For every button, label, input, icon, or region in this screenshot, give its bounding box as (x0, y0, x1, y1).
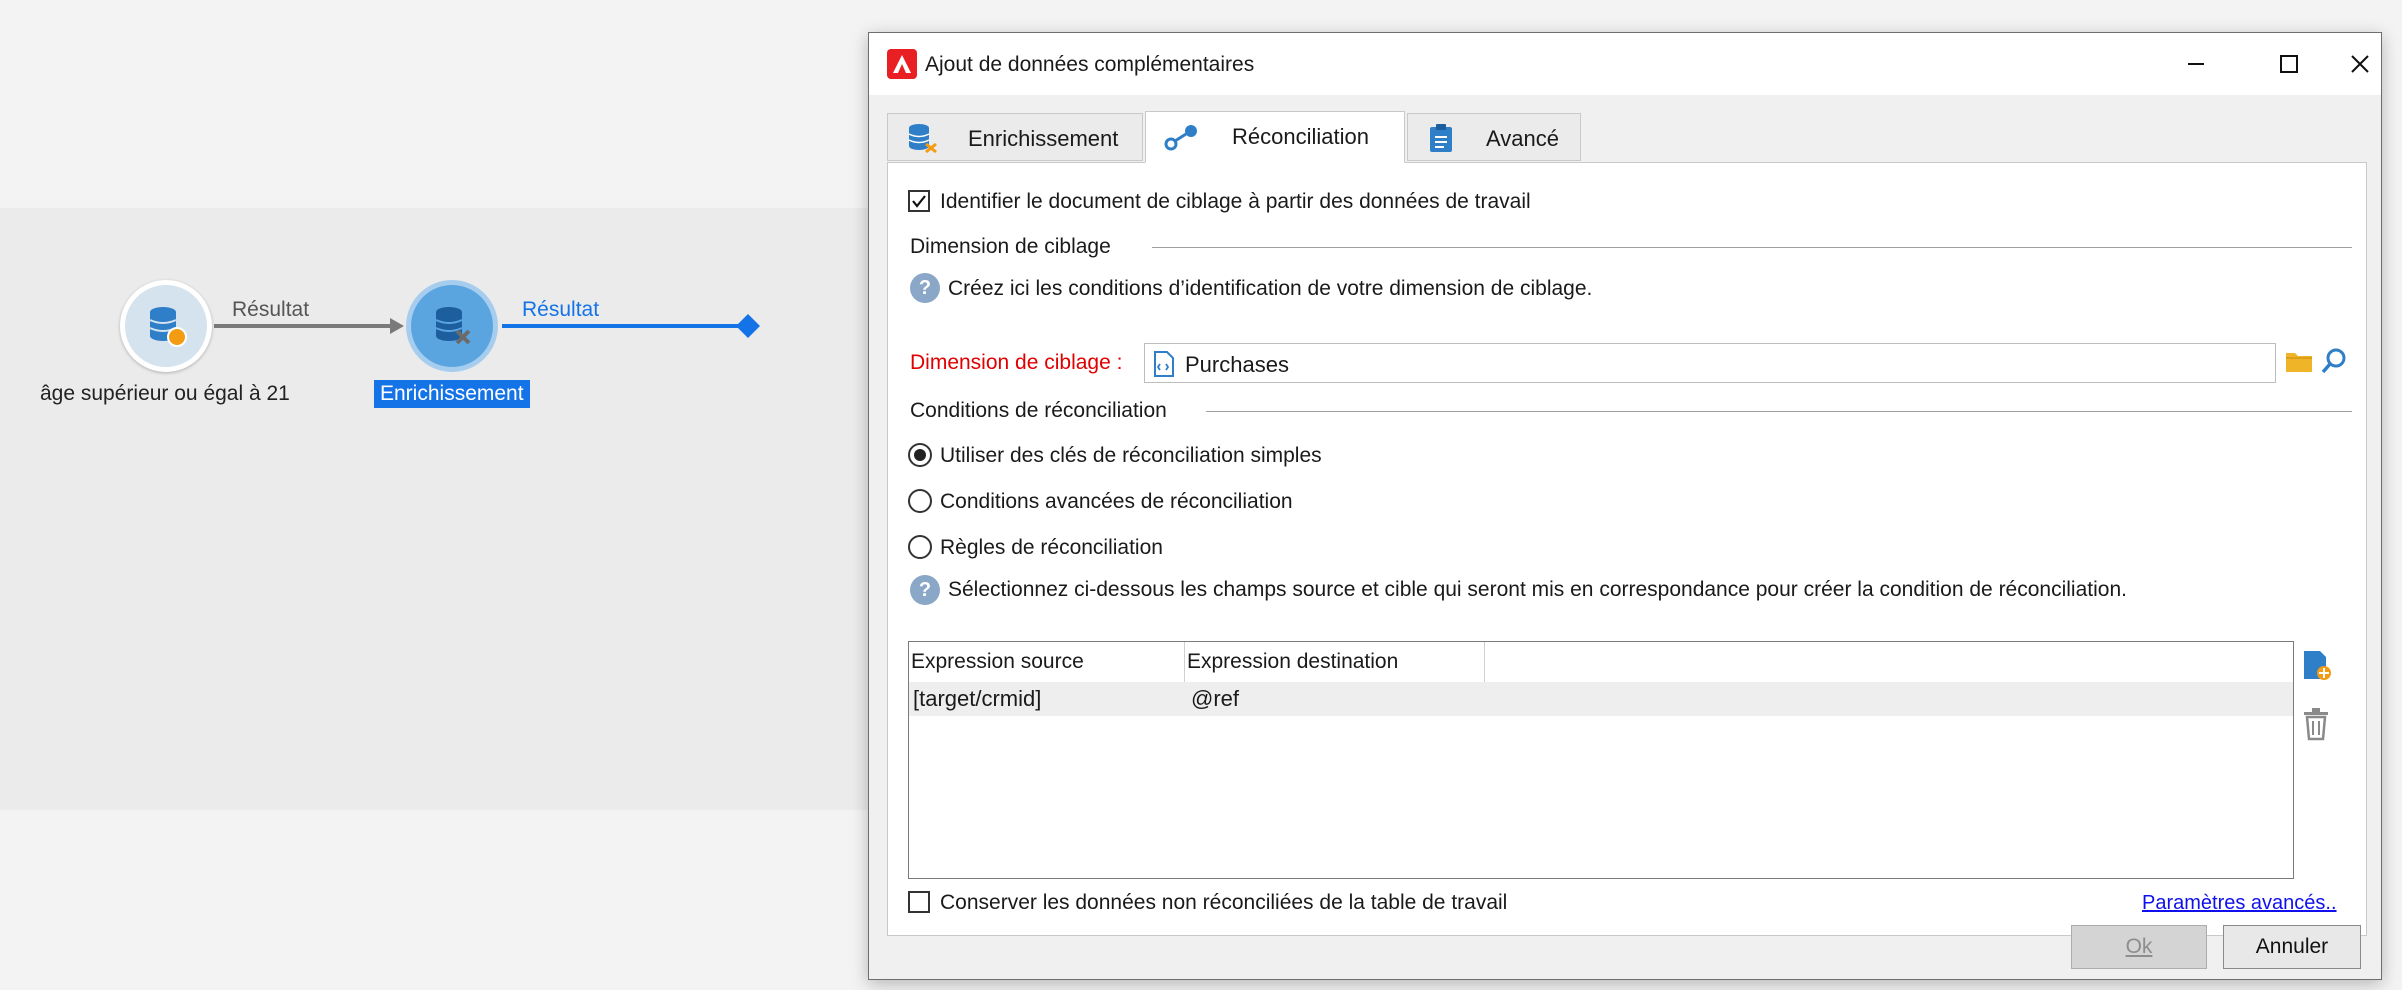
transition-label-1: Résultat (232, 298, 310, 321)
reconciliation-group-title: Conditions de réconciliation (910, 399, 1167, 422)
enrichment-dialog: Ajout de données complémentaires Enrichi… (868, 32, 2382, 980)
clipboard-icon (1426, 122, 1456, 160)
targeting-group-divider (1152, 247, 2352, 248)
search-icon[interactable] (2320, 347, 2348, 380)
advanced-parameters-link[interactable]: Paramètres avancés.. (2142, 892, 2337, 915)
radio-advanced-conditions-label: Conditions avancées de réconciliation (940, 490, 1293, 513)
keep-unreconciled-label: Conserver les données non réconciliées d… (940, 891, 1508, 914)
maximize-icon (2280, 55, 2298, 73)
trash-icon[interactable] (2302, 707, 2330, 746)
database-enrich-icon (906, 122, 938, 160)
radio-reconciliation-rules[interactable] (908, 535, 932, 559)
ok-button[interactable]: Ok (2071, 925, 2207, 969)
workflow-transitions (214, 314, 760, 338)
column-header-source[interactable]: Expression source (909, 642, 1185, 682)
tab-reconciliation-label: Réconciliation (1232, 124, 1369, 149)
cell-source[interactable]: [target/crmid] (913, 686, 1041, 712)
checkmark-icon (912, 195, 926, 208)
ok-button-label: Ok (2125, 935, 2153, 958)
dialog-titlebar[interactable]: Ajout de données complémentaires (869, 33, 2381, 95)
help-icon: ? (910, 575, 940, 605)
close-button[interactable] (2337, 33, 2383, 95)
minimize-icon (2188, 63, 2204, 65)
tab-enrichissement-label: Enrichissement (968, 126, 1119, 151)
help-icon: ? (910, 273, 940, 303)
transition-label-2: Résultat (522, 298, 600, 321)
radio-simple-keys[interactable] (908, 443, 932, 467)
minimize-button[interactable] (2151, 33, 2241, 95)
maximize-button[interactable] (2244, 33, 2334, 95)
transition-end-diamond (736, 314, 760, 338)
radio-simple-keys-label: Utiliser des clés de réconciliation simp… (940, 444, 1322, 467)
query-activity-node[interactable] (120, 280, 212, 372)
cell-destination[interactable]: @ref (1191, 686, 1239, 712)
query-activity-label: âge supérieur ou égal à 21 (40, 382, 290, 405)
tab-avance[interactable]: Avancé (1407, 113, 1581, 161)
transition-arrowhead-1 (390, 318, 404, 334)
radio-reconciliation-rules-label: Règles de réconciliation (940, 536, 1163, 559)
reconciliation-panel: Identifier le document de ciblage à part… (887, 162, 2367, 936)
tab-avance-label: Avancé (1486, 126, 1559, 151)
enrichment-activity-node[interactable] (406, 280, 498, 372)
identify-checkbox-label: Identifier le document de ciblage à part… (940, 190, 1531, 213)
radio-advanced-conditions[interactable] (908, 489, 932, 513)
reconciliation-help-text: Sélectionnez ci-dessous les champs sourc… (948, 578, 2127, 601)
tab-enrichissement[interactable]: Enrichissement (887, 113, 1143, 161)
targeting-dimension-value: Purchases (1185, 352, 1289, 377)
cancel-button[interactable]: Annuler (2223, 925, 2361, 969)
column-header-destination[interactable]: Expression destination (1185, 642, 1485, 682)
cancel-button-label: Annuler (2255, 935, 2329, 958)
targeting-dimension-label: Dimension de ciblage : (910, 351, 1123, 374)
reconciliation-grid[interactable]: Expression source Expression destination… (908, 641, 2294, 879)
keep-unreconciled-checkbox[interactable] (908, 891, 930, 913)
targeting-group-title: Dimension de ciblage (910, 235, 1111, 258)
close-icon (2351, 55, 2369, 73)
targeting-dimension-field[interactable]: Purchases (1144, 343, 2276, 383)
dialog-title: Ajout de données complémentaires (925, 53, 1255, 76)
adobe-logo-icon (887, 49, 917, 79)
folder-icon[interactable] (2284, 347, 2314, 380)
enrichment-activity-label: Enrichissement (374, 380, 530, 408)
enrichment-database-icon (435, 307, 471, 345)
reconciliation-group-divider (1206, 411, 2352, 412)
add-row-icon[interactable] (2300, 647, 2332, 688)
tab-reconciliation[interactable]: Réconciliation (1145, 111, 1405, 163)
query-database-icon (149, 307, 187, 347)
schema-icon (1153, 351, 1175, 382)
link-icon (1164, 122, 1198, 158)
table-row[interactable]: [target/crmid] @ref (909, 682, 2293, 716)
identify-checkbox[interactable] (908, 190, 930, 212)
targeting-help-text: Créez ici les conditions d’identificatio… (948, 277, 1593, 300)
grid-header: Expression source Expression destination (909, 642, 2293, 682)
